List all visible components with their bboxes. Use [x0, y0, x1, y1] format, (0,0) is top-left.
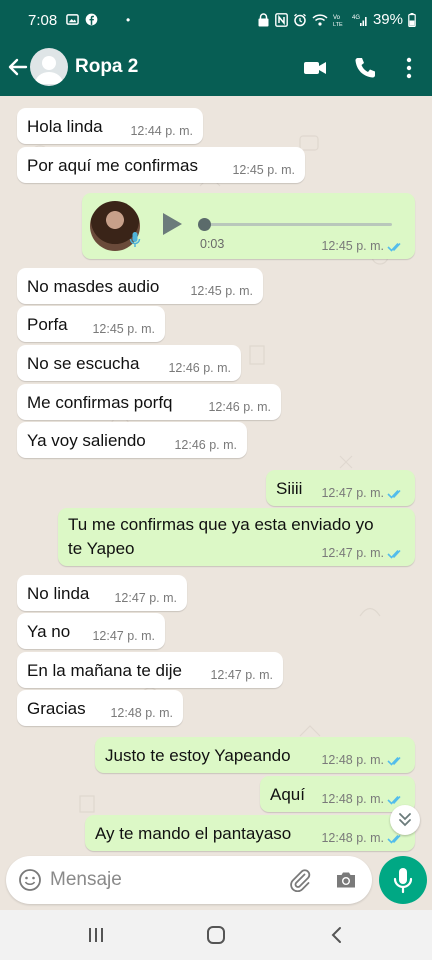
message-incoming[interactable]: Me confirmas porfq 12:46 p. m.: [17, 384, 281, 420]
message-text: Por aquí me confirmas: [27, 156, 199, 175]
gallery-icon: [66, 14, 79, 25]
message-text: No linda: [27, 584, 90, 603]
double-check-icon: [387, 756, 401, 766]
mic-button[interactable]: [379, 856, 427, 904]
paperclip-icon[interactable]: [288, 868, 312, 892]
chat-header: Ropa 2: [0, 42, 432, 96]
lock-icon: [258, 12, 269, 26]
svg-text:LTE: LTE: [333, 22, 343, 27]
double-check-icon: [387, 242, 401, 252]
message-outgoing[interactable]: Ay te mando el pantayaso 12:48 p. m.: [85, 815, 415, 851]
audio-progress-track[interactable]: [204, 223, 392, 226]
message-text: Ya voy saliendo: [27, 431, 146, 450]
message-outgoing[interactable]: Justo te estoy Yapeando 12:48 p. m.: [95, 737, 415, 773]
avatar[interactable]: [30, 48, 68, 86]
status-time: 7:08: [28, 12, 58, 29]
message-time: 12:48 p. m.: [321, 753, 384, 767]
video-camera-icon[interactable]: [302, 55, 328, 81]
message-time: 12:45 p. m.: [232, 163, 295, 177]
voice-message-outgoing[interactable]: 0:03 12:45 p. m.: [82, 193, 415, 259]
message-time: 12:46 p. m.: [174, 438, 237, 452]
message-text: Ya no: [27, 622, 71, 641]
double-check-icon: [387, 834, 401, 844]
emoji-icon[interactable]: [18, 868, 42, 892]
message-text: Gracias: [27, 699, 86, 718]
back-nav-icon[interactable]: [326, 924, 348, 946]
signal-icon: 4G: [352, 15, 367, 26]
message-time: 12:47 p. m.: [114, 591, 177, 605]
battery-percent: 39%: [372, 11, 403, 28]
home-icon[interactable]: [205, 924, 227, 946]
play-icon[interactable]: [160, 211, 184, 237]
message-outgoing[interactable]: Tu me confirmas que ya esta enviado yo t…: [58, 508, 415, 566]
recent-apps-icon[interactable]: [85, 924, 107, 946]
message-incoming[interactable]: Hola linda 12:44 p. m.: [17, 108, 203, 144]
audio-duration: 0:03: [200, 237, 225, 251]
message-incoming[interactable]: Ya no 12:47 p. m.: [17, 613, 165, 649]
message-text: No masdes audio: [27, 277, 160, 296]
nfc-icon: [275, 12, 288, 27]
message-time: 12:45 p. m.: [190, 284, 253, 298]
message-time: 12:46 p. m.: [168, 361, 231, 375]
microphone-icon: [129, 232, 141, 247]
battery-icon: [408, 12, 416, 27]
chat-area[interactable]: Hola linda 12:44 p. m. Por aquí me confi…: [0, 96, 432, 856]
message-time: 12:46 p. m.: [208, 400, 271, 414]
message-time: 12:47 p. m.: [321, 546, 384, 560]
message-time: 12:47 p. m.: [92, 629, 155, 643]
more-vertical-icon[interactable]: [396, 55, 422, 81]
arrow-left-icon[interactable]: [6, 55, 30, 79]
message-text: Me confirmas porfq: [27, 393, 173, 412]
message-time: 12:44 p. m.: [130, 124, 193, 138]
message-time: 12:48 p. m.: [321, 792, 384, 806]
message-time: 12:45 p. m.: [321, 239, 384, 253]
system-nav-bar: [0, 910, 432, 960]
phone-icon[interactable]: [352, 55, 378, 81]
message-outgoing[interactable]: Siiii 12:47 p. m.: [266, 470, 415, 506]
message-text-line2: te Yapeo: [68, 539, 135, 558]
message-text: Siiii: [276, 479, 303, 498]
volte-icon: VoLTE: [333, 15, 343, 27]
message-text: No se escucha: [27, 354, 140, 373]
message-incoming[interactable]: En la mañana te dije 12:47 p. m.: [17, 652, 283, 688]
message-composer: [6, 856, 372, 904]
message-text: Hola linda: [27, 117, 103, 136]
message-incoming[interactable]: Ya voy saliendo 12:46 p. m.: [17, 422, 247, 458]
message-time: 12:48 p. m.: [110, 706, 173, 720]
message-incoming[interactable]: No linda 12:47 p. m.: [17, 575, 187, 611]
message-incoming[interactable]: Porfa 12:45 p. m.: [17, 306, 165, 342]
chat-title[interactable]: Ropa 2: [75, 56, 138, 78]
message-incoming[interactable]: No masdes audio 12:45 p. m.: [17, 268, 263, 304]
svg-text:4G: 4G: [352, 15, 360, 21]
svg-text:Vo: Vo: [333, 15, 341, 21]
audio-progress-thumb[interactable]: [198, 218, 211, 231]
alarm-icon: [294, 13, 306, 26]
wifi-icon: [312, 13, 328, 26]
default-avatar-icon: [35, 56, 63, 84]
message-text-line1: Tu me confirmas que ya esta enviado yo: [68, 515, 374, 534]
message-time: 12:47 p. m.: [210, 668, 273, 682]
double-check-icon: [387, 489, 401, 499]
message-text: Ay te mando el pantayaso: [95, 824, 292, 843]
message-time: 12:45 p. m.: [92, 322, 155, 336]
microphone-icon: [393, 868, 413, 894]
message-text: Justo te estoy Yapeando: [105, 746, 291, 765]
camera-icon[interactable]: [334, 868, 358, 892]
message-text: En la mañana te dije: [27, 661, 182, 680]
scroll-to-bottom-button[interactable]: [390, 805, 420, 835]
message-text: Aquí: [270, 785, 305, 804]
message-incoming[interactable]: No se escucha 12:46 p. m.: [17, 345, 241, 381]
double-chevron-down-icon: [399, 813, 411, 827]
double-check-icon: [387, 549, 401, 559]
status-bar: 7:08 • Vo LTE 4G 39%: [0, 0, 432, 42]
message-text: Porfa: [27, 315, 68, 334]
message-input[interactable]: [50, 864, 270, 896]
message-incoming[interactable]: Gracias 12:48 p. m.: [17, 690, 183, 726]
message-incoming[interactable]: Por aquí me confirmas 12:45 p. m.: [17, 147, 305, 183]
message-time: 12:48 p. m.: [321, 831, 384, 845]
facebook-icon: [85, 13, 98, 26]
notification-dot: •: [126, 13, 131, 27]
double-check-icon: [387, 795, 401, 805]
message-time: 12:47 p. m.: [321, 486, 384, 500]
